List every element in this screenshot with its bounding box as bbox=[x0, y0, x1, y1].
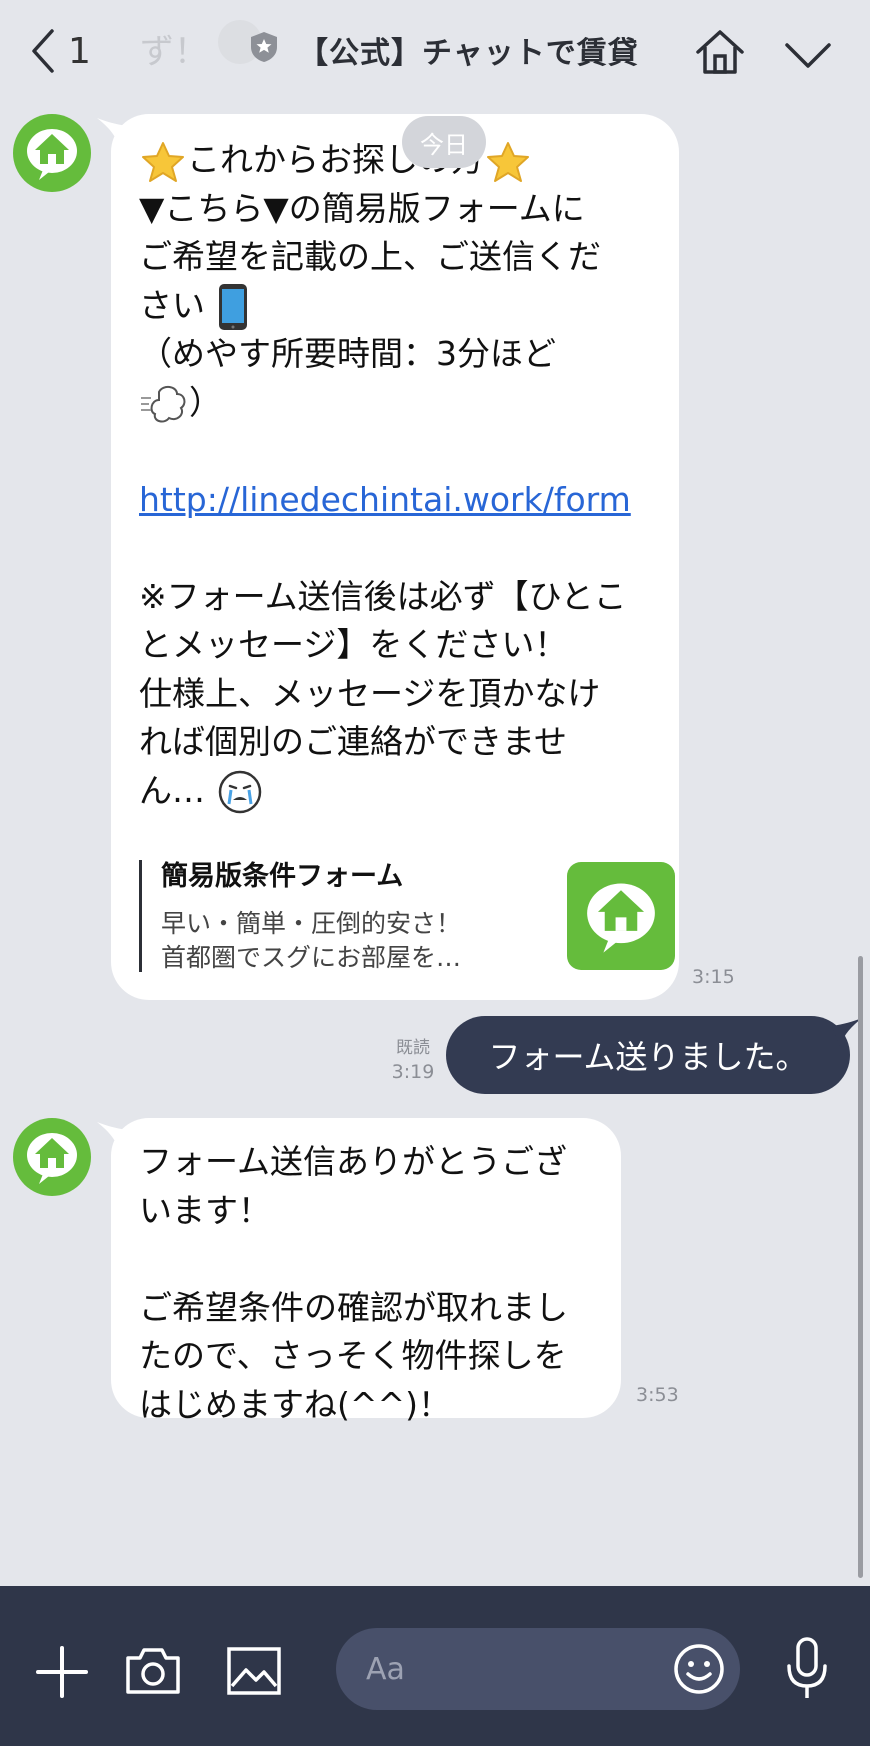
message-line: （めやす所要時間：3分ほど bbox=[139, 334, 556, 373]
message-line: さい bbox=[139, 282, 653, 330]
sent-message-bubble: フォーム送りました。 bbox=[446, 1016, 862, 1094]
home-logo-icon bbox=[27, 1133, 77, 1184]
read-receipt: 既読 3:19 bbox=[391, 1038, 435, 1083]
message-line: http://linedechintai.work/form bbox=[139, 476, 653, 525]
message-line bbox=[139, 427, 653, 476]
microphone-icon[interactable] bbox=[784, 1636, 830, 1702]
home-logo-icon bbox=[587, 883, 655, 953]
account-avatar[interactable] bbox=[13, 114, 91, 192]
home-icon[interactable] bbox=[694, 28, 746, 76]
message-bubble-form-link: これからお探しの方 ▼こちら▼の簡易版フォームに ご希望を記載の上、ご送信くだ … bbox=[97, 114, 679, 1000]
message-line: これからお探しの方 bbox=[139, 136, 653, 185]
message-time: 3:15 bbox=[692, 966, 735, 988]
crying-emoji-icon bbox=[218, 770, 261, 814]
sent-message-text: フォーム送りました。 bbox=[488, 1038, 808, 1076]
message-line: れば個別のご連絡ができませ bbox=[139, 722, 568, 761]
message-line: とメッセージ】をください！ bbox=[139, 625, 568, 664]
official-badge-icon bbox=[251, 32, 277, 62]
home-logo-icon bbox=[27, 129, 77, 180]
message-line: はじめますね(^^)！ bbox=[139, 1384, 452, 1424]
bubble-tail bbox=[97, 1122, 127, 1150]
message-line: ご希望を記載の上、ご送信くだ bbox=[139, 237, 601, 276]
message-line bbox=[139, 524, 653, 573]
message-line: 仕様上、メッセージを頂かなけ bbox=[139, 673, 601, 713]
account-avatar[interactable] bbox=[13, 1118, 91, 1196]
form-link[interactable]: http://linedechintai.work/form bbox=[139, 480, 631, 519]
message-line: ※フォーム送信後は必ず【ひとこ bbox=[139, 576, 627, 616]
chevron-down-icon[interactable] bbox=[784, 40, 832, 70]
chat-title: 【公式】チャットで賃貸 bbox=[298, 36, 639, 71]
message-line: ご希望条件の確認が取れまし bbox=[139, 1287, 568, 1327]
message-input-bar bbox=[0, 1586, 870, 1746]
dash-emoji-icon bbox=[141, 386, 186, 423]
preview-description: 早い・簡単・圧倒的安さ！ bbox=[161, 909, 462, 938]
camera-icon[interactable] bbox=[124, 1644, 182, 1696]
unread-count: 1 bbox=[68, 30, 91, 72]
smartphone-emoji-icon bbox=[218, 284, 247, 330]
message-time: 3:53 bbox=[636, 1384, 679, 1406]
bubble-tail bbox=[97, 118, 127, 146]
message-line: ▼こちら▼の簡易版フォームに bbox=[139, 188, 585, 228]
message-line: たので、さっそく物件探しを bbox=[139, 1336, 567, 1375]
chat-header: 1 ず！ 【公式】チャットで賃貸 bbox=[0, 0, 870, 104]
preview-description: 首都圏でスグにお部屋を… bbox=[161, 943, 462, 972]
plus-icon[interactable] bbox=[34, 1644, 90, 1700]
faded-scroll-text: ず！ bbox=[140, 32, 208, 72]
scrollbar[interactable] bbox=[858, 956, 863, 1578]
message-line: ） bbox=[139, 379, 653, 428]
preview-thumbnail bbox=[567, 862, 675, 970]
emoji-icon[interactable] bbox=[672, 1642, 726, 1696]
star-emoji-icon bbox=[142, 141, 184, 182]
message-bubble-thanks: フォーム送信ありがとうござ います！ ご希望条件の確認が取れまし たので、さっそ… bbox=[97, 1118, 621, 1424]
message-line: フォーム送信ありがとうござ bbox=[139, 1142, 568, 1181]
link-preview-card[interactable]: 簡易版条件フォーム 早い・簡単・圧倒的安さ！ 首都圏でスグにお部屋を… bbox=[139, 860, 675, 978]
date-separator: 今日 bbox=[402, 116, 486, 168]
image-icon[interactable] bbox=[226, 1646, 282, 1696]
back-chevron-icon bbox=[32, 29, 54, 73]
star-emoji-icon bbox=[487, 141, 529, 182]
back-button[interactable]: 1 bbox=[28, 24, 91, 78]
message-line bbox=[139, 1235, 601, 1284]
preview-title: 簡易版条件フォーム bbox=[161, 861, 404, 892]
message-line: います！ bbox=[139, 1190, 271, 1230]
preview-accent-bar bbox=[139, 860, 142, 972]
message-line: ん… bbox=[139, 767, 653, 816]
